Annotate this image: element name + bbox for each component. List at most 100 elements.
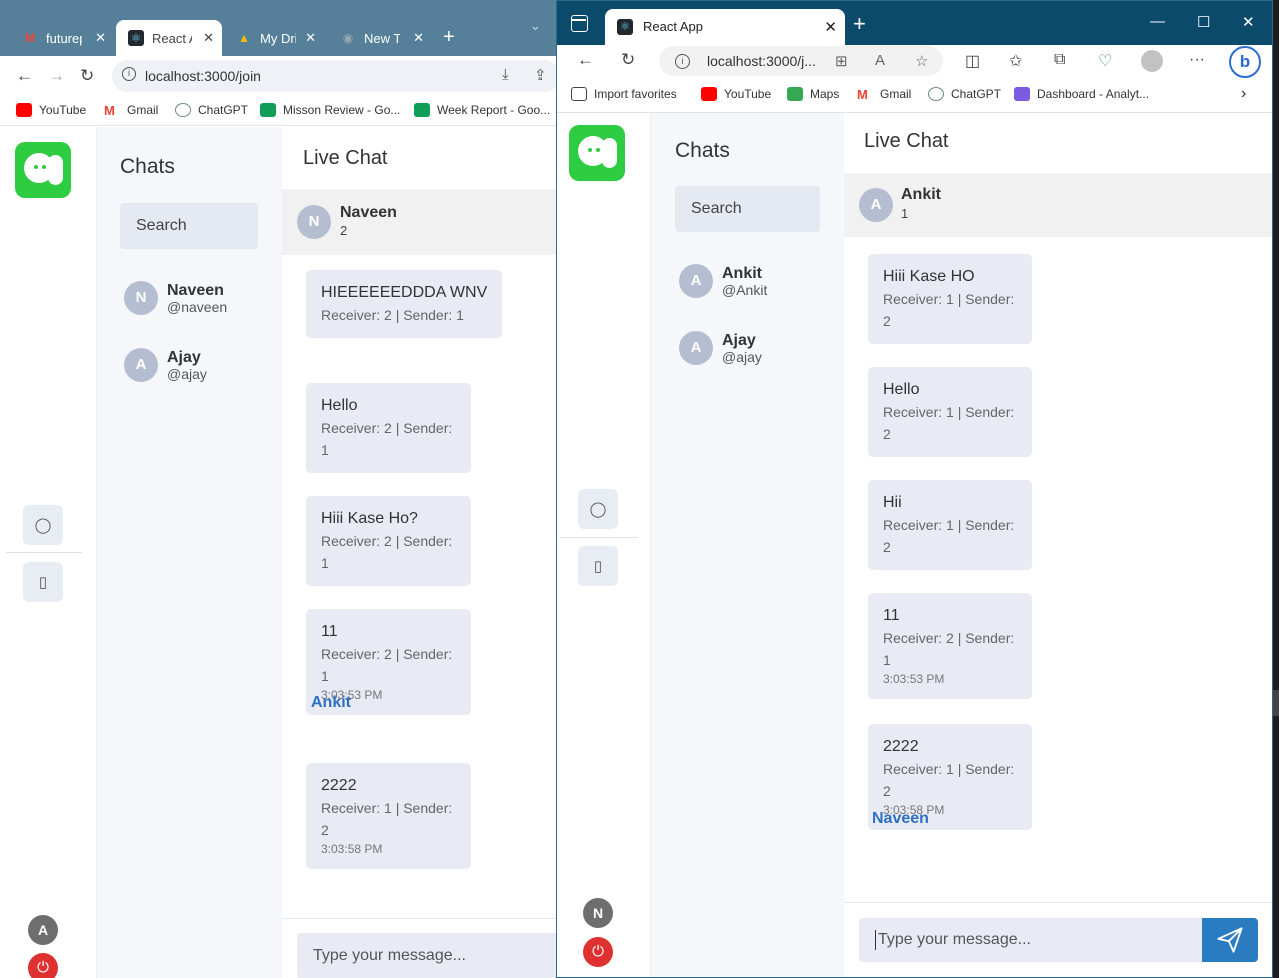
close-icon[interactable]: ✕ (203, 30, 214, 46)
split-screen-icon[interactable]: ◫ (965, 51, 980, 71)
bookmark-misson-review[interactable]: Misson Review - Go... (260, 103, 400, 117)
info-icon[interactable]: i (675, 54, 690, 69)
chat-partner-name: Ankit (901, 186, 941, 203)
tab-new-tab[interactable]: ◉ New Ta ✕ (328, 20, 432, 56)
tab-actions-icon[interactable] (571, 15, 588, 32)
message-text: HIEEEEEEDDDA WNV (321, 284, 488, 301)
bookmark-maps[interactable]: Maps (787, 87, 839, 101)
tab-react-app[interactable]: ⚛ React A ✕ (116, 20, 222, 56)
contact-ankit[interactable]: A Ankit @Ankit (679, 264, 767, 298)
avatar[interactable]: N (583, 898, 613, 928)
message-text: 11 (883, 607, 900, 624)
send-button[interactable] (1202, 918, 1258, 962)
bookmark-label: Dashboard - Analyt... (1037, 87, 1150, 101)
favorite-star-icon[interactable]: ☆ (915, 52, 928, 70)
sender-label: Naveen (872, 810, 929, 827)
new-tab-button[interactable]: + (853, 11, 866, 37)
sidebar-title: Chats (120, 155, 175, 178)
message-input[interactable]: Type your message... (859, 918, 1202, 962)
page-title: Live Chat (864, 130, 949, 152)
power-icon: ⏻ (592, 943, 604, 960)
close-icon[interactable]: ✕ (95, 30, 106, 46)
logout-button[interactable]: ⏻ (583, 937, 613, 967)
browser-essentials-icon[interactable]: ♡ (1098, 51, 1112, 71)
close-window-icon[interactable]: ✕ (1242, 13, 1255, 31)
collections-icon[interactable]: ⧉ (1054, 51, 1065, 69)
chat-header: N Naveen 2 (282, 189, 560, 255)
profile-avatar[interactable] (1141, 50, 1163, 72)
info-icon[interactable]: i (122, 67, 136, 81)
reload-icon[interactable]: ↻ (80, 66, 94, 86)
bookmark-gmail[interactable]: M Gmail (104, 103, 159, 118)
chat-nav-button[interactable]: ◯ (23, 505, 63, 545)
new-tab-button[interactable]: + (443, 26, 455, 49)
chat-main: Live Chat A Ankit 1 Hiii Kase HO Receive… (844, 113, 1272, 977)
bookmark-gmail[interactable]: M Gmail (857, 87, 911, 102)
close-icon[interactable]: ✕ (413, 30, 424, 46)
message-meta: Receiver: 2 | Sender: 1 (321, 533, 453, 571)
message-meta: Receiver: 1 | Sender: 2 (883, 291, 1015, 329)
bookmark-week-report[interactable]: Week Report - Goo... (414, 103, 550, 117)
divider (6, 552, 82, 553)
message-text: Hello (883, 381, 920, 398)
message-input[interactable]: Type your message... (297, 933, 560, 978)
bookmark-dashboard[interactable]: Dashboard - Analyt... (1014, 87, 1149, 101)
avatar[interactable]: A (28, 915, 58, 945)
message-meta: Receiver: 2 | Sender: 1 (321, 646, 453, 684)
read-aloud-icon[interactable]: A (875, 52, 885, 69)
url-text: localhost:3000/j... (707, 53, 816, 69)
chat-partner-id: 1 (901, 206, 909, 221)
logout-button[interactable]: ⏻ (28, 953, 58, 978)
files-nav-button[interactable]: ▯ (578, 546, 618, 586)
install-icon[interactable]: ⤓ (502, 66, 509, 83)
bookmark-chatgpt[interactable]: ChatGPT (928, 87, 1001, 101)
close-icon[interactable]: ✕ (305, 30, 316, 46)
message-text: Hii (883, 494, 902, 511)
message-meta: Receiver: 2 | Sender: 1 (321, 420, 453, 458)
message-meta: Receiver: 1 | Sender: 2 (883, 761, 1015, 799)
bookmark-chatgpt[interactable]: ChatGPT (175, 103, 248, 117)
search-input[interactable]: Search (675, 186, 820, 232)
avatar: A (859, 188, 893, 222)
app-logo-icon (569, 125, 625, 181)
contact-naveen[interactable]: N Naveen @naveen (124, 281, 227, 315)
more-favorites-icon[interactable]: › (1241, 85, 1246, 103)
forward-icon[interactable]: → (48, 66, 65, 86)
tab-react-app[interactable]: ⚛ React App ✕ (605, 9, 845, 45)
apps-icon[interactable]: ⊞ (835, 52, 848, 70)
close-icon[interactable]: ✕ (824, 18, 837, 36)
address-bar[interactable]: i localhost:3000/join ⤓ ⇪ (112, 60, 560, 92)
sheets-icon (414, 103, 430, 117)
search-input[interactable]: Search (120, 203, 258, 249)
bookmark-label: ChatGPT (198, 103, 249, 117)
contact-name: Ajay (722, 331, 756, 349)
minimize-icon[interactable]: — (1150, 13, 1165, 30)
more-icon[interactable]: ··· (1189, 51, 1205, 69)
tab-my-drive[interactable]: ▲ My Driv ✕ (224, 20, 324, 56)
chat-partner-name: Naveen (340, 204, 397, 221)
message-bubble: Hiii Kase HO Receiver: 1 | Sender: 2 (868, 254, 1032, 344)
contact-ajay[interactable]: A Ajay @ajay (679, 331, 762, 365)
bookmark-youtube[interactable]: YouTube (701, 87, 771, 101)
files-nav-button[interactable]: ▯ (23, 562, 63, 602)
power-icon: ⏻ (37, 959, 49, 976)
maximize-icon[interactable]: ☐ (1197, 13, 1210, 31)
tab-search-icon[interactable]: ⌄ (530, 18, 541, 34)
address-bar[interactable]: i localhost:3000/j... ⊞ A ☆ (659, 46, 943, 76)
bookmark-youtube[interactable]: YouTube (16, 103, 86, 117)
tab-futurep[interactable]: M futurep ✕ (10, 20, 114, 56)
contact-ajay[interactable]: A Ajay @ajay (124, 348, 207, 382)
reload-icon[interactable]: ↻ (621, 50, 635, 70)
chat-bubble-icon: ◯ (589, 501, 607, 518)
chat-header: A Ankit 1 (844, 173, 1272, 237)
back-icon[interactable]: ← (577, 50, 594, 70)
share-icon[interactable]: ⇪ (534, 66, 547, 84)
bookmark-label: ChatGPT (951, 87, 1002, 101)
chat-nav-button[interactable]: ◯ (578, 489, 618, 529)
copilot-icon[interactable]: b (1229, 46, 1261, 78)
bookmark-label: Gmail (127, 103, 159, 117)
bookmark-import-favorites[interactable]: Import favorites (571, 87, 677, 101)
back-icon[interactable]: ← (16, 66, 33, 86)
favorites-icon[interactable]: ✩ (1009, 51, 1022, 71)
contact-name: Naveen (167, 281, 224, 299)
